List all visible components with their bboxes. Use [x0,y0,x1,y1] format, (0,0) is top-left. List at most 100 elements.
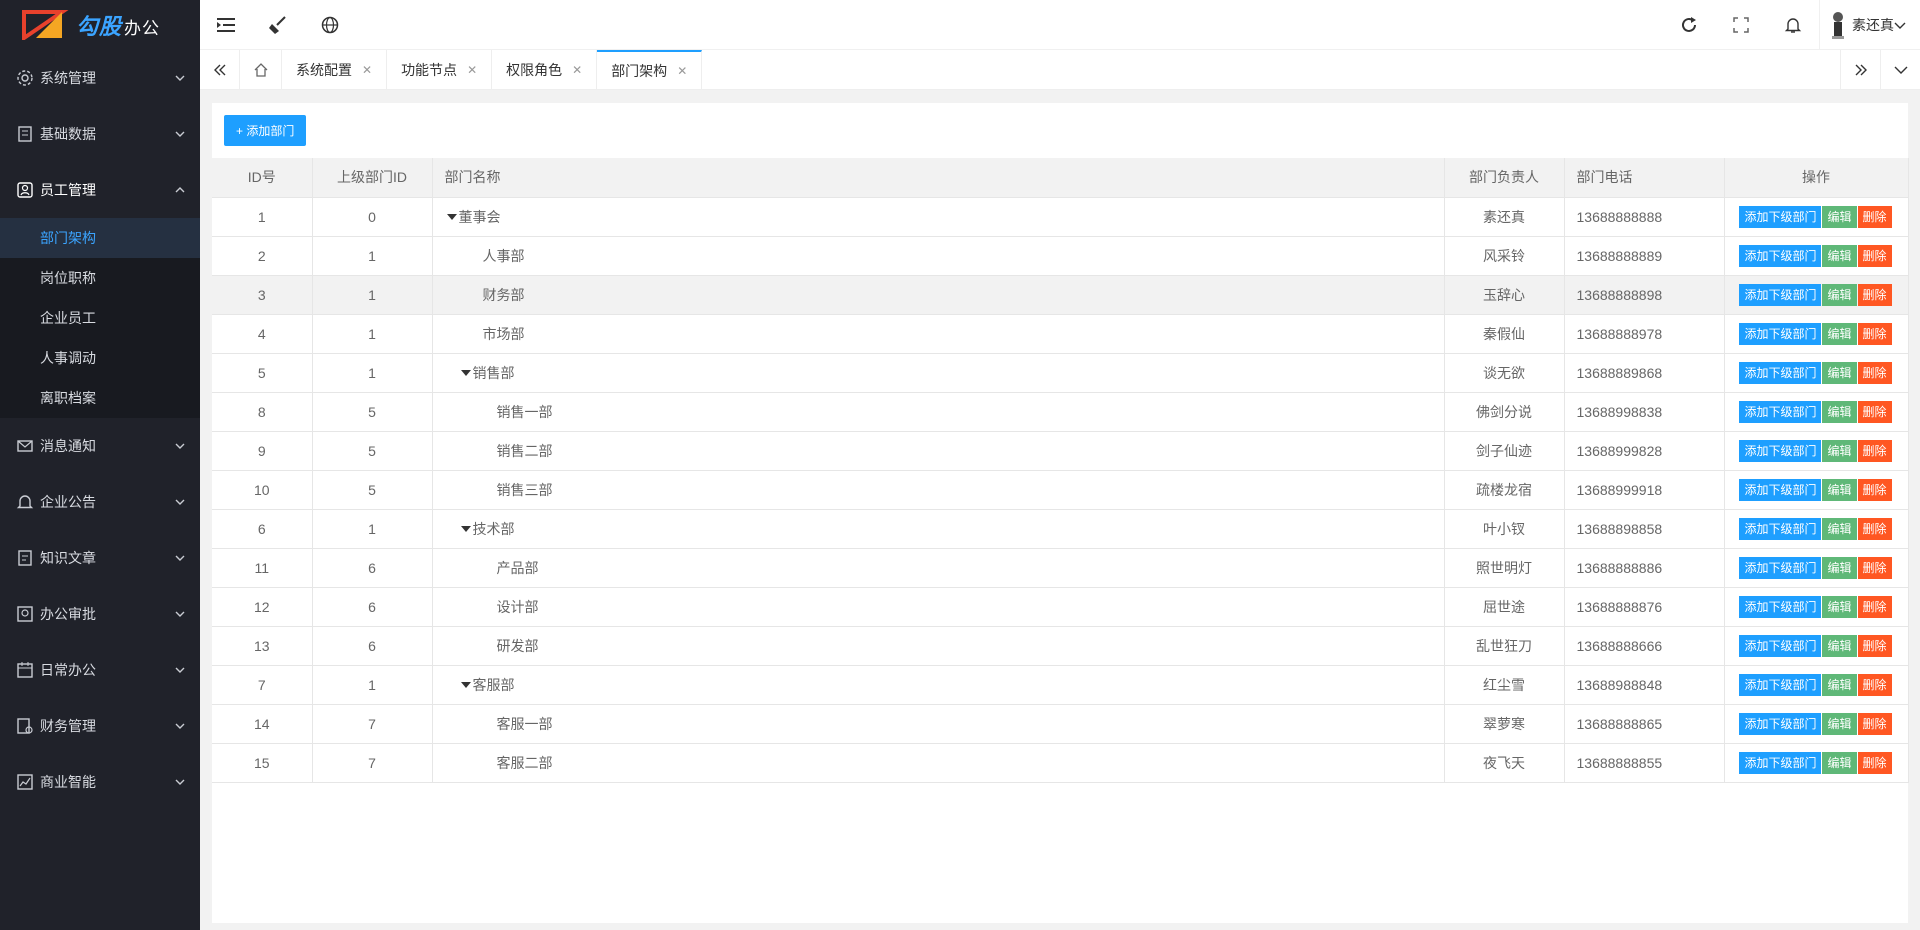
fullscreen-button[interactable] [1715,0,1767,50]
add-child-button[interactable]: 添加下级部门 [1739,322,1822,345]
add-department-button[interactable]: + 添加部门 [224,115,307,146]
add-child-button[interactable]: 添加下级部门 [1739,673,1822,696]
tab-3[interactable]: 权限角色 ✕ [492,50,598,89]
table-row[interactable]: 5 1 销售部 谈无欲 13688889868 添加下级部门 编辑 删除 [212,353,1909,393]
edit-button[interactable]: 编辑 [1822,322,1857,345]
edit-button[interactable]: 编辑 [1822,361,1857,384]
table-row[interactable]: 2 1 人事部 风采铃 13688888889 添加下级部门 编辑 删除 [212,236,1909,276]
delete-button[interactable]: 删除 [1857,439,1892,462]
column-header-phone[interactable]: 部门电话 [1564,158,1725,198]
table-row[interactable]: 12 6 设计部 屈世途 13688888876 添加下级部门 编辑 删除 [212,587,1909,627]
website-button[interactable] [304,0,356,50]
delete-button[interactable]: 删除 [1857,517,1892,540]
notification-button[interactable] [1767,0,1819,50]
tabs-menu-button[interactable] [1880,50,1920,89]
table-row[interactable]: 8 5 销售一部 佛剑分说 13688998838 添加下级部门 编辑 删除 [212,392,1909,432]
column-header-id[interactable]: ID号 [212,158,313,198]
delete-button[interactable]: 删除 [1857,751,1892,774]
delete-button[interactable]: 删除 [1857,205,1892,228]
table-row[interactable]: 10 5 销售三部 疏楼龙宿 13688999918 添加下级部门 编辑 删除 [212,470,1909,510]
sidebar-subitem-2[interactable]: 岗位职称 [0,258,200,298]
caret-down-icon[interactable] [460,369,471,376]
delete-button[interactable]: 删除 [1857,673,1892,696]
delete-button[interactable]: 删除 [1857,478,1892,501]
sidebar-menu-6[interactable]: 知识文章 [0,530,200,586]
edit-button[interactable]: 编辑 [1822,205,1857,228]
edit-button[interactable]: 编辑 [1822,400,1857,423]
add-child-button[interactable]: 添加下级部门 [1739,283,1822,306]
sidebar-menu-3[interactable]: 员工管理 [0,162,200,218]
tab-1[interactable]: 系统配置 ✕ [282,50,388,89]
sidebar-subitem-4[interactable]: 人事调动 [0,338,200,378]
add-child-button[interactable]: 添加下级部门 [1739,400,1822,423]
edit-button[interactable]: 编辑 [1822,556,1857,579]
table-row[interactable]: 11 6 产品部 照世明灯 13688888886 添加下级部门 编辑 删除 [212,548,1909,588]
delete-button[interactable]: 删除 [1857,400,1892,423]
caret-down-icon[interactable] [460,525,471,532]
delete-button[interactable]: 删除 [1857,322,1892,345]
table-row[interactable]: 14 7 客服一部 翠萝寒 13688888865 添加下级部门 编辑 删除 [212,704,1909,744]
add-child-button[interactable]: 添加下级部门 [1739,439,1822,462]
add-child-button[interactable]: 添加下级部门 [1739,634,1822,657]
edit-button[interactable]: 编辑 [1822,283,1857,306]
add-child-button[interactable]: 添加下级部门 [1739,478,1822,501]
edit-button[interactable]: 编辑 [1822,595,1857,618]
close-icon[interactable]: ✕ [362,63,372,77]
add-child-button[interactable]: 添加下级部门 [1739,361,1822,384]
clear-cache-button[interactable] [252,0,304,50]
edit-button[interactable]: 编辑 [1822,517,1857,540]
sidebar-subitem-1[interactable]: 部门架构 [0,218,200,258]
column-header-name[interactable]: 部门名称 [432,158,1445,198]
caret-down-icon[interactable] [460,681,471,688]
tabs-scroll-left-button[interactable] [200,50,240,89]
delete-button[interactable]: 删除 [1857,595,1892,618]
table-row[interactable]: 9 5 销售二部 剑子仙迹 13688999828 添加下级部门 编辑 删除 [212,431,1909,471]
edit-button[interactable]: 编辑 [1822,244,1857,267]
tab-2[interactable]: 功能节点 ✕ [387,50,493,89]
sidebar-menu-2[interactable]: 基础数据 [0,106,200,162]
add-child-button[interactable]: 添加下级部门 [1739,244,1822,267]
edit-button[interactable]: 编辑 [1822,751,1857,774]
sidebar-menu-8[interactable]: 日常办公 [0,642,200,698]
delete-button[interactable]: 删除 [1857,244,1892,267]
add-child-button[interactable]: 添加下级部门 [1739,595,1822,618]
close-icon[interactable]: ✕ [467,63,477,77]
table-row[interactable]: 7 1 客服部 红尘雪 13688988848 添加下级部门 编辑 删除 [212,665,1909,705]
edit-button[interactable]: 编辑 [1822,673,1857,696]
caret-down-icon[interactable] [446,213,457,220]
table-row[interactable]: 6 1 技术部 叶小钗 13688898858 添加下级部门 编辑 删除 [212,509,1909,549]
table-row[interactable]: 4 1 市场部 秦假仙 13688888978 添加下级部门 编辑 删除 [212,314,1909,354]
sidebar-menu-1[interactable]: 系统管理 [0,50,200,106]
sidebar-menu-5[interactable]: 企业公告 [0,474,200,530]
edit-button[interactable]: 编辑 [1822,478,1857,501]
delete-button[interactable]: 删除 [1857,283,1892,306]
delete-button[interactable]: 删除 [1857,712,1892,735]
sidebar-menu-7[interactable]: 办公审批 [0,586,200,642]
delete-button[interactable]: 删除 [1857,634,1892,657]
column-header-leader[interactable]: 部门负责人 [1444,158,1565,198]
add-child-button[interactable]: 添加下级部门 [1739,517,1822,540]
tabs-scroll-right-button[interactable] [1840,50,1880,89]
refresh-button[interactable] [1663,0,1715,50]
table-row[interactable]: 1 0 董事会 素还真 13688888888 添加下级部门 编辑 删除 [212,197,1909,237]
close-icon[interactable]: ✕ [572,63,582,77]
table-row[interactable]: 15 7 客服二部 夜飞天 13688888855 添加下级部门 编辑 删除 [212,743,1909,783]
add-child-button[interactable]: 添加下级部门 [1739,556,1822,579]
tab-4[interactable]: 部门架构 ✕ [597,50,703,89]
sidebar-menu-9[interactable]: 财务管理 [0,698,200,754]
table-row[interactable]: 13 6 研发部 乱世狂刀 13688888666 添加下级部门 编辑 删除 [212,626,1909,666]
tab-home[interactable] [240,50,282,89]
add-child-button[interactable]: 添加下级部门 [1739,751,1822,774]
sidebar-menu-4[interactable]: 消息通知 [0,418,200,474]
user-menu[interactable]: 素还真 [1819,0,1920,50]
edit-button[interactable]: 编辑 [1822,439,1857,462]
column-header-parent-id[interactable]: 上级部门ID [312,158,433,198]
logo[interactable]: 勾股 办公 [0,0,200,50]
toggle-sidebar-button[interactable] [200,0,252,50]
close-icon[interactable]: ✕ [677,64,687,78]
table-row[interactable]: 3 1 财务部 玉辞心 13688888898 添加下级部门 编辑 删除 [212,275,1909,315]
add-child-button[interactable]: 添加下级部门 [1739,712,1822,735]
delete-button[interactable]: 删除 [1857,556,1892,579]
edit-button[interactable]: 编辑 [1822,712,1857,735]
delete-button[interactable]: 删除 [1857,361,1892,384]
